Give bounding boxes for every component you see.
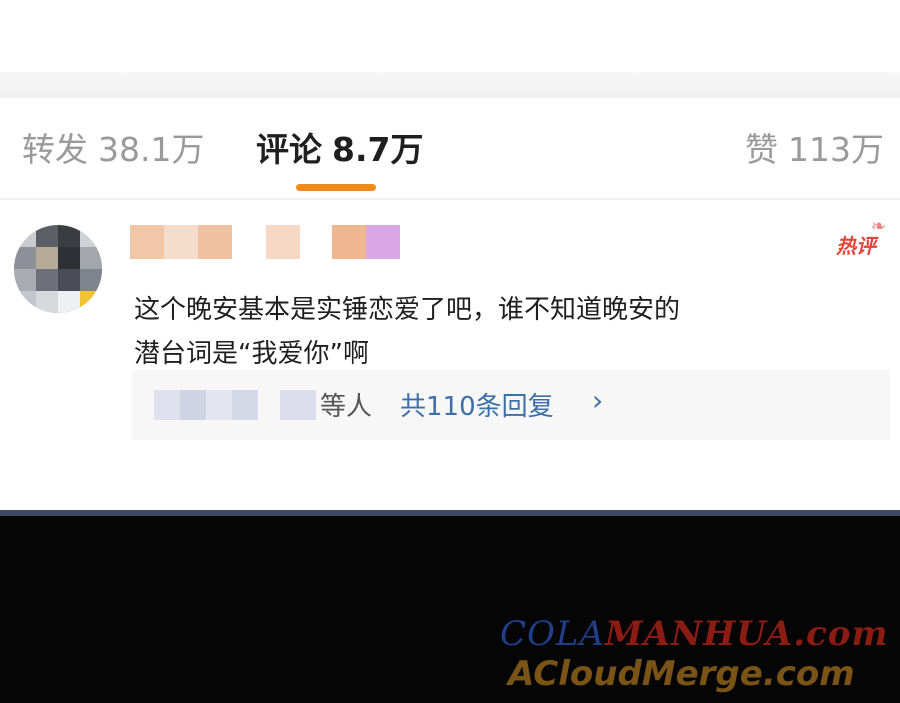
avatar[interactable] <box>14 225 102 313</box>
tab-repost[interactable]: 转发 38.1万 <box>22 130 204 170</box>
watermark-line-2: ACloudMerge.com <box>508 654 855 694</box>
section-separator <box>0 72 900 98</box>
view-replies-link[interactable]: 共110条回复 <box>400 386 554 423</box>
flame-icon: ❧ <box>870 216 886 237</box>
reply-usernames-blurred <box>154 390 316 420</box>
tab-like-count: 113万 <box>788 130 884 169</box>
reply-summary[interactable]: 等人 共110条回复 › <box>132 370 890 440</box>
active-tab-indicator <box>296 184 376 191</box>
interaction-tabs: 转发 38.1万 评论 8.7万 赞 113万 <box>0 98 900 198</box>
comment-text-line-1: 这个晚安基本是实锤恋爱了吧，谁不知道晚安的 <box>134 295 681 325</box>
tab-repost-count: 38.1万 <box>98 130 205 169</box>
watermark-line-1: COLAMANHUA.com <box>500 614 888 654</box>
top-blank-area <box>0 0 900 72</box>
tab-comment-count: 8.7万 <box>332 130 424 169</box>
chevron-right-icon: › <box>592 384 604 417</box>
watermark-part-2: MANHUA.com <box>605 614 889 654</box>
black-background: COLAMANHUA.com ACloudMerge.com <box>0 516 900 703</box>
tab-comment[interactable]: 评论 8.7万 <box>256 130 423 170</box>
watermark-part-1: COLA <box>500 614 606 654</box>
tab-repost-label: 转发 <box>22 130 88 169</box>
comment-text: 这个晚安基本是实锤恋爱了吧，谁不知道晚安的 潜台词是“我爱你”啊 <box>134 288 824 376</box>
hot-comment-badge: 热评 ❧ <box>836 216 886 259</box>
tab-like[interactable]: 赞 113万 <box>745 130 884 170</box>
tab-like-label: 赞 <box>745 130 778 169</box>
tab-comment-label: 评论 <box>256 130 322 169</box>
comment-item: 热评 ❧ 这个晚安基本是实锤恋爱了吧，谁不知道晚安的 潜台词是“我爱你”啊 等人… <box>0 200 900 512</box>
username-blurred[interactable] <box>130 225 400 259</box>
reply-suffix: 等人 <box>320 392 373 422</box>
hot-comment-badge-label: 热评 <box>836 234 876 258</box>
